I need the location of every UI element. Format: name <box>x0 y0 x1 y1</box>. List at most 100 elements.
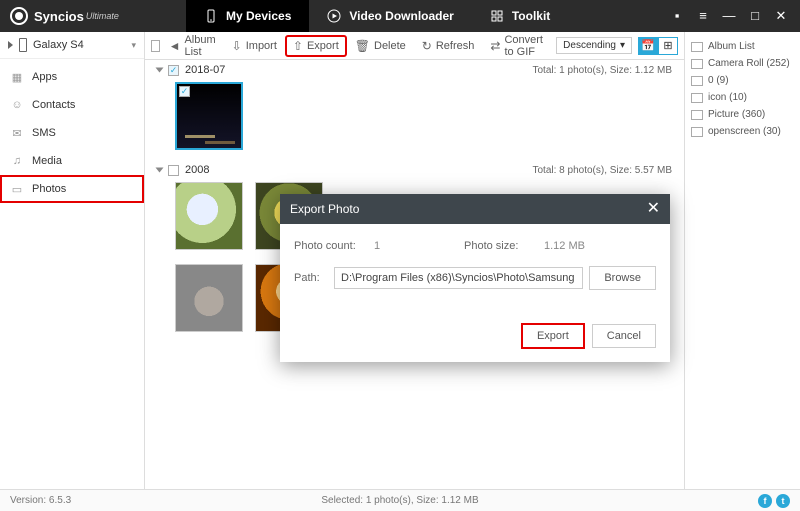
sidebar-item-contacts[interactable]: ☺ Contacts <box>0 91 144 119</box>
sidebar-item-label: Photos <box>32 183 66 195</box>
media-icon: ♫ <box>10 154 24 168</box>
image-icon <box>691 110 703 120</box>
nav-video-downloader[interactable]: Video Downloader <box>309 0 471 32</box>
export-confirm-button[interactable]: Export <box>522 324 584 348</box>
album-list-button[interactable]: ◄Album List <box>162 31 223 61</box>
chat-icon[interactable]: ▪ <box>670 8 684 24</box>
sidebar-item-label: Media <box>32 155 62 167</box>
version-label: Version: 6.5.3 <box>10 495 71 506</box>
apps-icon: ▦ <box>10 70 24 84</box>
chevron-down-icon: ▾ <box>131 40 136 51</box>
back-arrow-icon: ◄ <box>169 39 181 53</box>
select-all-checkbox[interactable] <box>151 40 160 52</box>
syncios-logo-icon <box>10 7 28 25</box>
menu-icon[interactable]: ≡ <box>696 8 710 24</box>
twitter-icon[interactable]: t <box>776 494 790 508</box>
minimize-button[interactable]: — <box>722 8 736 24</box>
maximize-button[interactable]: □ <box>748 8 762 24</box>
view-grid-button[interactable]: ⊞ <box>658 37 678 55</box>
app-name: Syncios <box>34 9 84 24</box>
dialog-titlebar: Export Photo ✕ <box>280 194 670 224</box>
dialog-close-button[interactable]: ✕ <box>647 201 660 217</box>
export-photo-dialog: Export Photo ✕ Photo count: 1 Photo size… <box>280 194 670 362</box>
group-stats: Total: 1 photo(s), Size: 1.12 MB <box>532 65 678 76</box>
device-selector[interactable]: Galaxy S4 ▾ <box>0 32 144 59</box>
refresh-icon: ↻ <box>422 39 432 53</box>
sort-dropdown[interactable]: Descending▾ <box>556 37 632 54</box>
folder-icon <box>691 42 703 52</box>
sidebar-item-label: SMS <box>32 127 56 139</box>
nav-my-devices[interactable]: My Devices <box>186 0 309 32</box>
import-icon: ⇩ <box>232 39 242 53</box>
image-icon <box>691 76 703 86</box>
close-button[interactable]: ✕ <box>774 8 788 24</box>
group-checkbox[interactable] <box>168 165 179 176</box>
album-item[interactable]: Picture (360) <box>689 106 796 123</box>
nav-label: Video Downloader <box>349 9 453 23</box>
browse-button[interactable]: Browse <box>589 266 656 290</box>
export-icon: ⇧ <box>293 39 303 53</box>
album-sidebar: Album List Camera Roll (252) 0 (9) icon … <box>685 32 800 489</box>
sidebar-item-photos[interactable]: ▭ Photos <box>0 175 144 203</box>
group-title: 2018-07 <box>185 64 225 76</box>
photos-icon: ▭ <box>10 182 24 196</box>
convert-icon: ⇄ <box>490 39 500 53</box>
nav-label: Toolkit <box>512 9 550 23</box>
trash-icon: 🗑 <box>355 39 370 53</box>
sidebar: Galaxy S4 ▾ ▦ Apps ☺ Contacts ✉ SMS ♫ Me… <box>0 32 145 489</box>
group-checkbox[interactable]: ✓ <box>168 65 179 76</box>
photo-count-value: 1 <box>374 240 464 252</box>
sms-icon: ✉ <box>10 126 24 140</box>
album-item[interactable]: Camera Roll (252) <box>689 55 796 72</box>
sidebar-item-label: Apps <box>32 71 57 83</box>
image-icon <box>691 93 703 103</box>
social-links: f t <box>758 494 790 508</box>
triangle-icon <box>8 41 13 49</box>
refresh-button[interactable]: ↻Refresh <box>415 36 482 56</box>
titlebar: Syncios Ultimate My Devices Video Downlo… <box>0 0 800 32</box>
album-item[interactable]: icon (10) <box>689 89 796 106</box>
app-logo: Syncios Ultimate <box>0 7 186 25</box>
photo-thumb[interactable] <box>175 182 243 250</box>
window-controls: ▪ ≡ — □ ✕ <box>670 8 800 24</box>
sidebar-item-label: Contacts <box>32 99 75 111</box>
phone-icon <box>19 38 27 52</box>
photo-group-header[interactable]: ✓ 2018-07 Total: 1 photo(s), Size: 1.12 … <box>151 60 684 78</box>
import-button[interactable]: ⇩Import <box>225 36 284 56</box>
cancel-button[interactable]: Cancel <box>592 324 656 348</box>
path-label: Path: <box>294 272 334 284</box>
delete-button[interactable]: 🗑Delete <box>348 36 413 56</box>
photo-size-label: Photo size: <box>464 240 544 252</box>
toolbar: ◄Album List ⇩Import ⇧Export 🗑Delete ↻Ref… <box>145 32 684 60</box>
group-stats: Total: 8 photo(s), Size: 5.57 MB <box>532 165 678 176</box>
photo-thumb[interactable] <box>175 264 243 332</box>
device-name: Galaxy S4 <box>33 39 84 51</box>
group-title: 2008 <box>185 164 209 176</box>
top-nav: My Devices Video Downloader Toolkit <box>186 0 568 32</box>
sidebar-item-sms[interactable]: ✉ SMS <box>0 119 144 147</box>
album-list-header[interactable]: Album List <box>689 38 796 55</box>
facebook-icon[interactable]: f <box>758 494 772 508</box>
collapse-icon <box>156 68 164 73</box>
image-icon <box>691 127 703 137</box>
grid-icon <box>490 9 504 23</box>
album-item[interactable]: openscreen (30) <box>689 123 796 140</box>
nav-toolkit[interactable]: Toolkit <box>472 0 568 32</box>
collapse-icon <box>156 168 164 173</box>
photo-count-label: Photo count: <box>294 240 374 252</box>
export-button[interactable]: ⇧Export <box>286 36 346 56</box>
phone-icon <box>204 9 218 23</box>
view-date-button[interactable]: 📅 <box>638 37 658 55</box>
chevron-down-icon: ▾ <box>620 40 625 51</box>
thumb-checkbox[interactable]: ✓ <box>179 86 190 97</box>
sidebar-item-apps[interactable]: ▦ Apps <box>0 63 144 91</box>
selection-status: Selected: 1 photo(s), Size: 1.12 MB <box>321 495 478 506</box>
play-icon <box>327 9 341 23</box>
album-item[interactable]: 0 (9) <box>689 72 796 89</box>
sidebar-item-media[interactable]: ♫ Media <box>0 147 144 175</box>
photo-group-header[interactable]: 2008 Total: 8 photo(s), Size: 5.57 MB <box>151 160 684 178</box>
path-input[interactable] <box>334 267 583 289</box>
convert-gif-button[interactable]: ⇄Convert to GIF <box>483 31 554 61</box>
photo-thumb[interactable]: ✓ <box>175 82 243 150</box>
view-toggle: 📅 ⊞ <box>638 37 678 55</box>
